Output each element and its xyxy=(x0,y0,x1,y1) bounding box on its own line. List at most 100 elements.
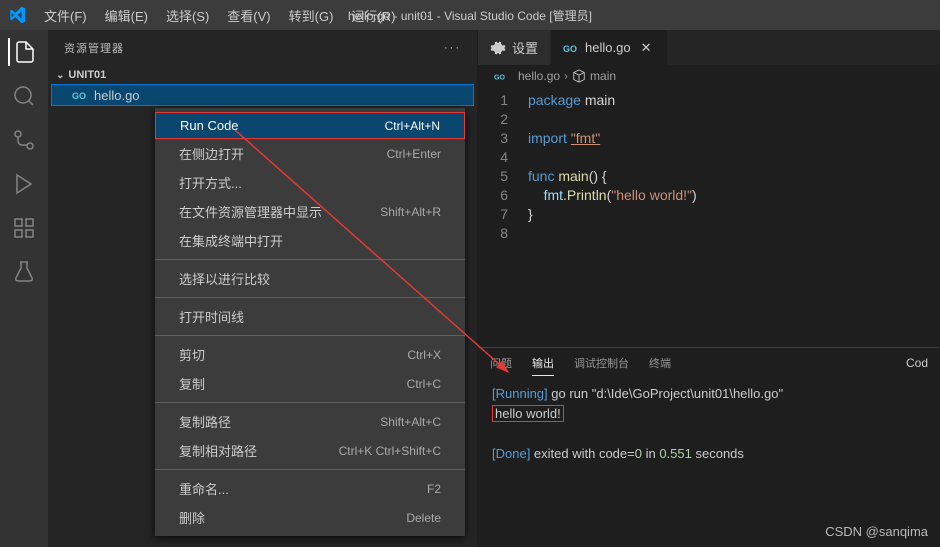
code-line: 7} xyxy=(478,205,940,224)
menu-item-label: 在侧边打开 xyxy=(179,144,244,163)
panel-tab[interactable]: 终端 xyxy=(649,351,671,376)
code-line: 2 xyxy=(478,110,940,129)
menu-item-label: 复制 xyxy=(179,374,205,393)
line-content: fmt.Println("hello world!") xyxy=(528,186,697,205)
context-menu-item[interactable]: 复制Ctrl+C xyxy=(155,369,465,398)
go-file-icon: GO xyxy=(563,40,579,56)
output-running-label: [Running] xyxy=(492,386,548,401)
sidebar-header: 资源管理器 ··· xyxy=(48,30,477,65)
extensions-icon[interactable] xyxy=(10,214,38,242)
testing-icon[interactable] xyxy=(10,258,38,286)
bottom-panel: 问题输出调试控制台终端 Cod [Running] go run "d:\Ide… xyxy=(478,347,940,547)
context-menu-item[interactable]: 复制路径Shift+Alt+C xyxy=(155,407,465,436)
breadcrumb[interactable]: GO hello.go › main xyxy=(478,65,940,87)
svg-text:GO: GO xyxy=(563,44,577,54)
menu-separator xyxy=(155,402,465,403)
output-running-cmd: go run "d:\Ide\GoProject\unit01\hello.go… xyxy=(548,386,783,401)
svg-text:GO: GO xyxy=(494,75,505,82)
panel-tab[interactable]: 问题 xyxy=(490,351,512,376)
file-label: hello.go xyxy=(94,88,140,103)
menu-item[interactable]: 文件(F) xyxy=(36,2,95,29)
menu-item[interactable]: 编辑(E) xyxy=(97,2,156,29)
menu-item-label: 在集成终端中打开 xyxy=(179,231,283,250)
tab-settings[interactable]: 设置 xyxy=(478,30,551,65)
code-line: 6 fmt.Println("hello world!") xyxy=(478,186,940,205)
context-menu-item[interactable]: 在侧边打开Ctrl+Enter xyxy=(155,139,465,168)
panel-tab[interactable]: 输出 xyxy=(532,351,554,376)
svg-text:GO: GO xyxy=(72,91,86,101)
explorer-icon[interactable] xyxy=(8,38,38,66)
folder-name: UNIT01 xyxy=(68,69,106,81)
panel-code-button[interactable]: Cod xyxy=(906,356,928,370)
menu-item[interactable]: 转到(G) xyxy=(281,2,342,29)
context-menu-item[interactable]: 选择以进行比较 xyxy=(155,264,465,293)
chevron-down-icon: ⌄ xyxy=(56,70,64,81)
menu-item-label: 复制相对路径 xyxy=(179,441,257,460)
tab-hello-go[interactable]: GO hello.go ✕ xyxy=(551,30,668,65)
package-icon xyxy=(572,69,586,83)
context-menu-item[interactable]: 删除 Delete xyxy=(155,503,465,532)
line-number: 2 xyxy=(478,110,528,129)
menu-item-label: 打开方式... xyxy=(179,173,242,192)
debug-icon[interactable] xyxy=(10,170,38,198)
menu-item-shortcut: Delete xyxy=(406,511,441,525)
menu-item-label: 复制路径 xyxy=(179,412,231,431)
output-result: hello world! xyxy=(492,405,564,422)
folder-header[interactable]: ⌄ UNIT01 xyxy=(48,67,477,83)
code-line: 5func main() { xyxy=(478,167,940,186)
menu-item[interactable]: 查看(V) xyxy=(219,2,278,29)
menu-separator xyxy=(155,297,465,298)
menu-separator xyxy=(155,469,465,470)
context-menu-item[interactable]: 在文件资源管理器中显示 Shift+Alt+R xyxy=(155,197,465,226)
line-number: 4 xyxy=(478,148,528,167)
context-menu-item[interactable]: 打开方式... xyxy=(155,168,465,197)
context-menu-item[interactable]: 复制相对路径 Ctrl+K Ctrl+Shift+C xyxy=(155,436,465,465)
line-number: 5 xyxy=(478,167,528,186)
context-menu-item[interactable]: Run CodeCtrl+Alt+N xyxy=(155,112,465,139)
menu-item-label: 删除 xyxy=(179,508,205,527)
menu-item-label: 重命名... xyxy=(179,479,229,498)
menu-item-label: 选择以进行比较 xyxy=(179,269,270,288)
output-content[interactable]: [Running] go run "d:\Ide\GoProject\unit0… xyxy=(478,378,940,547)
menu-separator xyxy=(155,259,465,260)
menu-item-shortcut: Ctrl+K Ctrl+Shift+C xyxy=(339,444,441,458)
output-done-label: [Done] xyxy=(492,446,530,461)
code-editor[interactable]: 1package main23import "fmt"45func main()… xyxy=(478,87,940,347)
file-item-hello-go[interactable]: GO hello.go xyxy=(51,84,474,106)
menu-item[interactable]: 选择(S) xyxy=(158,2,217,29)
tab-label: hello.go xyxy=(585,40,631,55)
line-number: 1 xyxy=(478,91,528,110)
menu-item-shortcut: Ctrl+Alt+N xyxy=(385,119,440,133)
watermark: CSDN @sanqima xyxy=(825,524,928,539)
vscode-logo-icon xyxy=(8,6,26,24)
search-activity-icon[interactable] xyxy=(10,82,38,110)
breadcrumb-file: hello.go xyxy=(518,69,560,83)
line-content: import "fmt" xyxy=(528,129,600,148)
code-line: 3import "fmt" xyxy=(478,129,940,148)
context-menu-item[interactable]: 剪切Ctrl+X xyxy=(155,340,465,369)
context-menu-item[interactable]: 重命名... F2 xyxy=(155,474,465,503)
close-icon[interactable]: ✕ xyxy=(637,40,656,56)
menu-item-label: 打开时间线 xyxy=(179,307,244,326)
scm-icon[interactable] xyxy=(10,126,38,154)
line-number: 6 xyxy=(478,186,528,205)
panel-tab[interactable]: 调试控制台 xyxy=(574,351,629,376)
sidebar-more[interactable]: ··· xyxy=(444,42,461,54)
breadcrumb-separator: › xyxy=(564,69,568,83)
line-content: func main() { xyxy=(528,167,607,186)
tab-label: 设置 xyxy=(512,38,538,57)
menu-item-shortcut: F2 xyxy=(427,482,441,496)
gear-icon xyxy=(490,40,506,56)
context-menu-item[interactable]: 在集成终端中打开 xyxy=(155,226,465,255)
menu-item-shortcut: Shift+Alt+R xyxy=(380,205,441,219)
menu-item-label: 在文件资源管理器中显示 xyxy=(179,202,322,221)
menu-item-label: 剪切 xyxy=(179,345,205,364)
line-content: } xyxy=(528,205,533,224)
line-content: package main xyxy=(528,91,615,110)
sidebar-title: 资源管理器 xyxy=(64,40,124,56)
context-menu-item[interactable]: 打开时间线 xyxy=(155,302,465,331)
window-title: hello.go - unit01 - Visual Studio Code [… xyxy=(348,7,592,24)
line-number: 3 xyxy=(478,129,528,148)
code-line: 1package main xyxy=(478,91,940,110)
panel-tabs: 问题输出调试控制台终端 Cod xyxy=(478,348,940,378)
